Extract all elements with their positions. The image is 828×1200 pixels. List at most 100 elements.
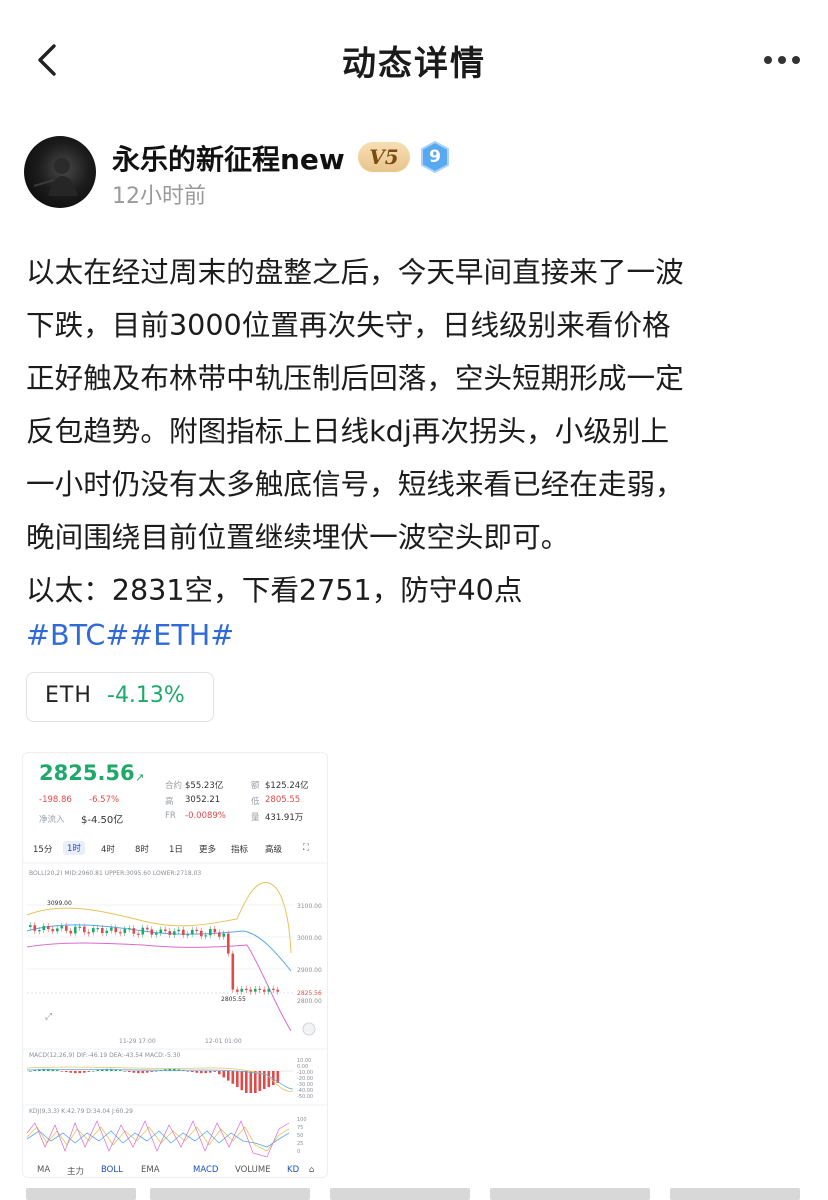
more-options-button[interactable]: [762, 50, 802, 70]
candle: [38, 930, 41, 932]
tab-more[interactable]: 更多: [199, 843, 216, 855]
candle: [267, 988, 271, 992]
stat-label: FR: [165, 811, 176, 821]
stat-value: 431.91万: [265, 813, 304, 823]
candle: [200, 930, 203, 937]
truncated-text-block: [490, 1188, 650, 1200]
macd-bar: [218, 1071, 221, 1075]
post-line: 以太在经过周末的盘整之后，今天早间直接来了一波: [26, 255, 684, 289]
candle: [263, 989, 266, 992]
tab-indicators[interactable]: 指标: [231, 843, 248, 855]
hashtag-links[interactable]: #BTC##ETH#: [26, 610, 234, 660]
candle: [231, 953, 235, 990]
candle: [60, 925, 64, 929]
author-header: 永乐的新征程new V5 9 12小时前: [24, 136, 804, 212]
candle: [65, 925, 68, 931]
stat-label: 合约: [165, 781, 183, 791]
macd-bar: [123, 1071, 127, 1072]
boll-mid-line: [26, 924, 292, 972]
ticker-chip[interactable]: ETH -4.13%: [26, 672, 214, 722]
post-line: 正好触及布林带中轨压制后回落，空头短期形成一定: [26, 361, 684, 395]
candle: [47, 926, 50, 930]
draw-tool-icon[interactable]: ⌂: [309, 1165, 314, 1175]
post-line: 晚间围绕目前位置继续埋伏一波空头即可。: [26, 520, 570, 554]
avatar[interactable]: [24, 136, 96, 208]
tab-1d[interactable]: 1日: [169, 843, 183, 855]
macd-bar: [128, 1071, 131, 1073]
candle: [168, 931, 172, 935]
macd-bar: [186, 1071, 190, 1072]
indicator-tab-ma[interactable]: MA: [37, 1165, 50, 1175]
tab-8h[interactable]: 8时: [135, 843, 149, 855]
screenshot-price: 2825.56: [39, 761, 135, 785]
time-label: 12-01 01:00: [205, 1038, 242, 1045]
indicator-tab-kd[interactable]: KD: [287, 1165, 299, 1175]
chart-screenshot-image[interactable]: 2825.56 ↗ -198.86 -6.57% 净流入 $-4.50亿 合约 …: [22, 752, 328, 1178]
indicator-tab-main[interactable]: 主力: [67, 1165, 84, 1177]
boll-lower-line: [26, 942, 292, 1032]
trend-arrow-icon: ↗: [135, 771, 145, 784]
price-axis-label: 2825.56: [297, 990, 322, 997]
macd-bar: [267, 1071, 271, 1087]
macd-bar: [222, 1071, 226, 1078]
tab-advanced[interactable]: 高级: [265, 843, 282, 855]
macd-bar: [231, 1071, 235, 1084]
tab-4h[interactable]: 4时: [101, 843, 115, 855]
macd-bar: [245, 1071, 248, 1093]
price-axis-label: 3100.00: [297, 903, 322, 910]
candle: [141, 927, 145, 935]
top-nav-bar: 动态详情: [0, 0, 828, 120]
macd-bar: [240, 1071, 244, 1091]
indicator-tab-ema[interactable]: EMA: [141, 1165, 160, 1175]
candle: [182, 929, 185, 936]
macd-bar: [204, 1071, 208, 1074]
netflow-label: 净流入: [39, 815, 65, 825]
candle: [222, 933, 226, 937]
candle: [146, 927, 149, 930]
stat-label: 高: [165, 797, 174, 807]
macd-bar: [155, 1070, 158, 1072]
stat-value: -0.0089%: [185, 811, 226, 821]
candle: [83, 926, 86, 933]
boll-upper-line: [26, 882, 292, 954]
reset-view-icon[interactable]: [302, 1022, 316, 1036]
tab-1h[interactable]: 1时: [63, 841, 85, 855]
candle: [69, 930, 73, 934]
truncated-text-block: [26, 1188, 136, 1200]
macd-bar: [56, 1070, 59, 1071]
fullscreen-icon[interactable]: ⛶: [303, 843, 309, 853]
indicator-tab-volume[interactable]: VOLUME: [235, 1165, 271, 1175]
kline-chart: BOLL(20,2) MID:2960.81 UPPER:3095.60 LOW…: [23, 862, 327, 1158]
macd-bar: [74, 1071, 77, 1074]
candle: [78, 926, 82, 928]
candle: [186, 934, 190, 936]
post-line: 一小时仍没有太多触底信号，短线来看已经在走弱，: [26, 467, 684, 501]
macd-bar: [96, 1070, 100, 1071]
candle: [227, 933, 230, 954]
candle: [258, 988, 262, 990]
macd-bar: [65, 1071, 68, 1072]
price-axis-label: 3000.00: [297, 935, 322, 942]
macd-bar: [146, 1071, 149, 1073]
candle: [87, 932, 91, 934]
indicator-tab-boll[interactable]: BOLL: [101, 1165, 123, 1175]
tab-15m[interactable]: 15分: [33, 843, 52, 855]
macd-label: MACD(12,26,9) DIF:-46.19 DEA:-43.54 MACD…: [29, 1052, 181, 1059]
candle: [33, 925, 37, 931]
stat-value: 2805.55: [265, 795, 301, 805]
stat-label: 额: [251, 781, 260, 791]
candle: [105, 930, 109, 934]
kdj-axis-label: 100: [297, 1117, 307, 1123]
candle: [245, 988, 248, 991]
candle: [132, 928, 136, 934]
candle: [195, 929, 199, 932]
macd-dea-line: [26, 1068, 294, 1090]
candle: [177, 929, 181, 932]
indicator-tab-macd[interactable]: MACD: [193, 1165, 218, 1175]
candle-series: [29, 922, 280, 995]
expand-icon[interactable]: ⤢: [44, 1012, 52, 1022]
author-name[interactable]: 永乐的新征程new: [112, 138, 345, 178]
macd-bar: [213, 1071, 217, 1072]
price-axis-label: 2900.00: [297, 967, 322, 974]
candle: [249, 989, 253, 992]
